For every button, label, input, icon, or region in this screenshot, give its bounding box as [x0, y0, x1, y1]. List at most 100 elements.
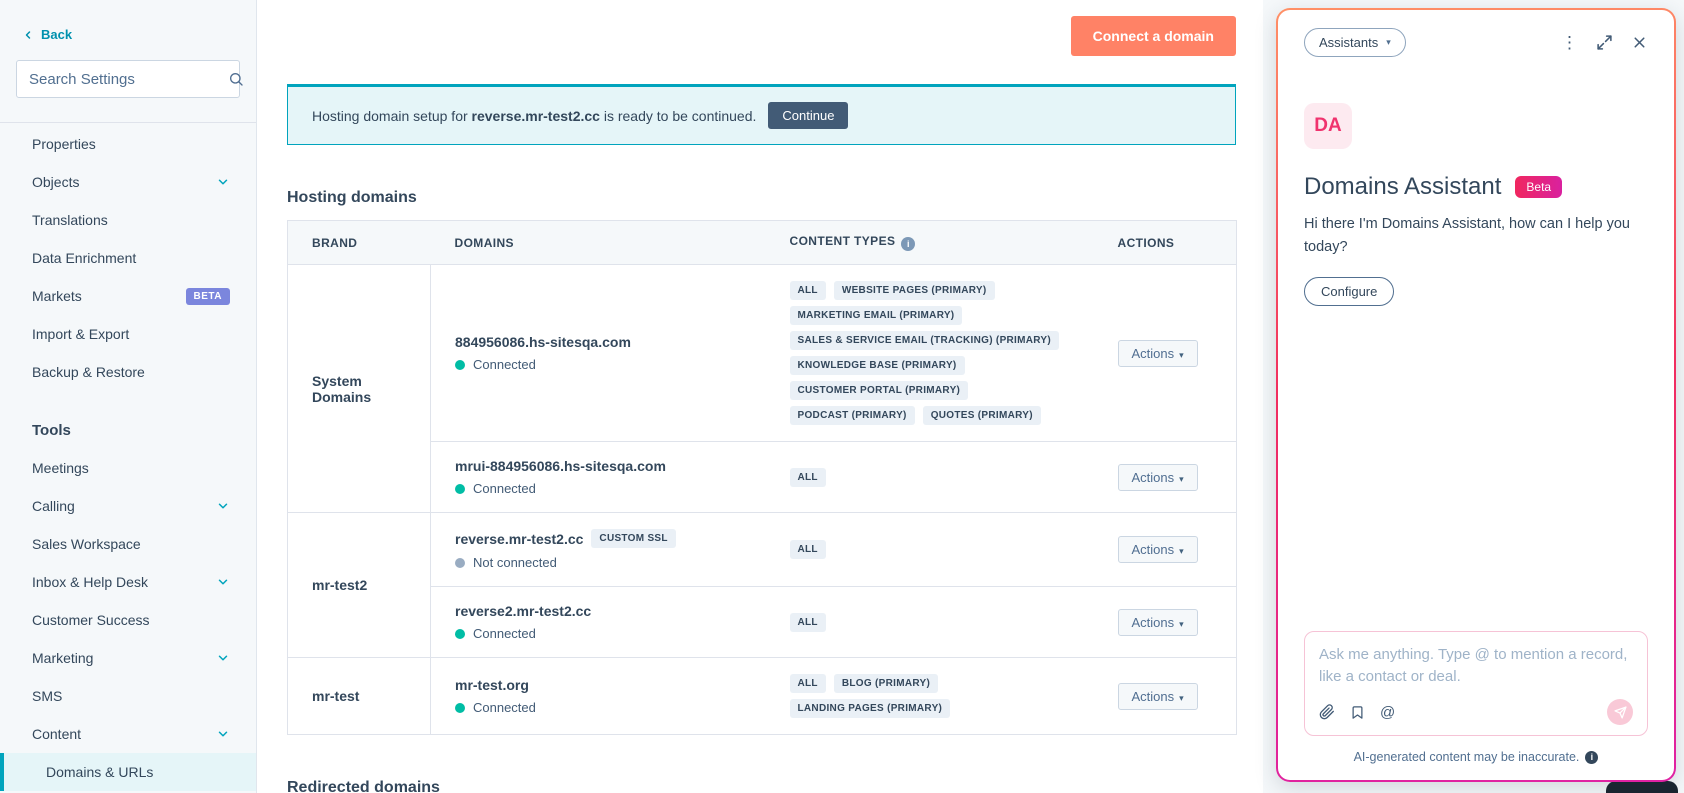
- sidebar-item-backup-restore[interactable]: Backup & Restore: [0, 353, 256, 391]
- actions-cell: Actions ▾: [1093, 512, 1237, 587]
- domain-name: mrui-884956086.hs-sitesqa.com: [455, 458, 666, 474]
- actions-cell: Actions ▾: [1093, 441, 1237, 513]
- sidebar-item-data-enrichment[interactable]: Data Enrichment: [0, 239, 256, 277]
- back-link[interactable]: Back: [0, 0, 90, 42]
- sidebar-item-properties[interactable]: Properties: [0, 125, 256, 163]
- connect-a-domain-button[interactable]: Connect a domain: [1070, 16, 1236, 56]
- column-brand: BRAND: [287, 220, 431, 265]
- status-dot: [455, 557, 465, 568]
- search-settings-input[interactable]: [29, 70, 228, 88]
- content-type-badge: ALL: [789, 281, 826, 300]
- info-icon[interactable]: i: [901, 237, 916, 251]
- status-dot: [455, 702, 465, 713]
- sidebar-item-label: Calling: [32, 498, 75, 514]
- bottom-corner-widget[interactable]: [1606, 781, 1678, 793]
- custom-ssl-badge: CUSTOM SSL: [591, 529, 676, 548]
- sidebar-item-objects[interactable]: Objects: [0, 163, 256, 201]
- continue-button[interactable]: Continue: [768, 102, 849, 129]
- sidebar-item-calling[interactable]: Calling: [0, 487, 256, 525]
- sidebar-item-import-export[interactable]: Import & Export: [0, 315, 256, 353]
- caret-down-icon: ▾: [1179, 473, 1184, 484]
- domain-name: mr-test.org: [455, 677, 529, 693]
- actions-button[interactable]: Actions ▾: [1117, 682, 1198, 710]
- content-types-cell: ALL: [765, 586, 1094, 658]
- actions-button[interactable]: Actions ▾: [1117, 608, 1198, 636]
- main-content: Connect a domain Hosting domain setup fo…: [257, 0, 1263, 793]
- assistant-input[interactable]: [1319, 644, 1633, 692]
- assistant-title: Domains Assistant: [1304, 173, 1502, 200]
- brand-cell: System Domains: [287, 264, 431, 513]
- table-header-row: BRAND DOMAINS CONTENT TYPES i ACTIONS: [287, 220, 1237, 265]
- content-types-cell: ALL: [765, 512, 1094, 587]
- status-text: Not connected: [473, 555, 557, 570]
- table-row: mr-test2 reverse.mr-test2.cc CUSTOM SSL Not…: [287, 512, 1237, 658]
- domain-cell: mrui-884956086.hs-sitesqa.com Connected: [430, 441, 766, 513]
- content-types-cell: ALL BLOG (PRIMARY) LANDING PAGES (PRIMARY): [765, 657, 1094, 735]
- mention-icon[interactable]: @: [1380, 704, 1395, 721]
- configure-button[interactable]: Configure: [1304, 277, 1395, 306]
- actions-button[interactable]: Actions ▾: [1117, 339, 1198, 367]
- sidebar-item-meetings[interactable]: Meetings: [0, 449, 256, 487]
- status-dot: [455, 483, 465, 494]
- domain-cell: reverse.mr-test2.cc CUSTOM SSL Not connect…: [430, 512, 766, 587]
- chevron-left-icon: [22, 29, 34, 41]
- beta-badge: BETA: [185, 287, 230, 305]
- sidebar-item-label: SMS: [32, 688, 63, 704]
- send-button[interactable]: [1607, 699, 1633, 725]
- chevron-down-icon[interactable]: [216, 575, 230, 589]
- sidebar-item-inbox-help-desk[interactable]: Inbox & Help Desk: [0, 563, 256, 601]
- table-row: mr-test mr-test.org Connected ALL BLOG (PRIM…: [287, 657, 1237, 735]
- sidebar-item-label: Backup & Restore: [32, 364, 145, 380]
- content-type-badge: SALES & SERVICE EMAIL (TRACKING) (PRIMAR…: [789, 331, 1060, 350]
- sidebar-item-domains-urls[interactable]: Domains & URLs: [0, 753, 256, 791]
- assistant-input-box[interactable]: @: [1304, 631, 1648, 736]
- bookmark-icon[interactable]: [1350, 705, 1365, 720]
- assistant-avatar: DA: [1304, 103, 1352, 149]
- hosting-setup-banner: Hosting domain setup for reverse.mr-test…: [287, 84, 1236, 145]
- sidebar-item-label: Data Enrichment: [32, 250, 137, 266]
- sidebar-item-markets[interactable]: Markets BETA: [0, 277, 256, 315]
- paperclip-icon[interactable]: [1319, 704, 1335, 720]
- sidebar-item-label: Sales Workspace: [32, 536, 141, 552]
- sidebar-item-content[interactable]: Content: [0, 715, 256, 753]
- sidebar-item-label: Marketing: [32, 650, 94, 666]
- table-row: System Domains 884956086.hs-sitesqa.com Co…: [287, 264, 1237, 513]
- caret-down-icon: ▾: [1179, 546, 1184, 556]
- content-type-badge: WEBSITE PAGES (PRIMARY): [833, 281, 995, 300]
- info-icon[interactable]: i: [1585, 750, 1599, 764]
- chevron-down-icon: ▾: [1386, 37, 1391, 47]
- sidebar-item-sms[interactable]: SMS: [0, 677, 256, 715]
- column-domains: DOMAINS: [430, 220, 766, 265]
- caret-down-icon: ▾: [1179, 618, 1184, 629]
- sidebar-item-sales-workspace[interactable]: Sales Workspace: [0, 525, 256, 563]
- actions-cell: Actions ▾: [1093, 264, 1237, 442]
- close-icon[interactable]: [1631, 34, 1648, 51]
- beta-badge: Beta: [1515, 176, 1563, 198]
- actions-button[interactable]: Actions ▾: [1117, 463, 1198, 491]
- search-settings-box[interactable]: [16, 60, 243, 98]
- content-types-cell: ALL: [765, 441, 1094, 513]
- sidebar-item-label: Markets: [32, 288, 82, 304]
- chevron-down-icon[interactable]: [216, 651, 230, 665]
- status-text: Connected: [473, 357, 536, 372]
- more-options-icon[interactable]: ⋮: [1561, 34, 1578, 51]
- expand-icon[interactable]: [1596, 34, 1613, 51]
- sidebar-item-marketing[interactable]: Marketing: [0, 639, 256, 677]
- sidebar-item-label: Customer Success: [32, 612, 150, 628]
- chevron-down-icon[interactable]: [216, 175, 230, 189]
- status-dot: [455, 359, 465, 370]
- table-row: reverse2.mr-test2.cc Connected ALL Actions ▾: [288, 586, 1237, 658]
- brand-cell: mr-test2: [287, 512, 431, 658]
- assistants-selector[interactable]: Assistants ▾: [1304, 28, 1406, 57]
- content-type-badge: QUOTES (PRIMARY): [922, 406, 1041, 425]
- sidebar-item-translations[interactable]: Translations: [0, 201, 256, 239]
- tools-heading: Tools: [32, 421, 71, 439]
- search-icon: [228, 71, 244, 87]
- chevron-down-icon[interactable]: [216, 727, 230, 741]
- chevron-down-icon[interactable]: [216, 499, 230, 513]
- sidebar-item-customer-success[interactable]: Customer Success: [0, 601, 256, 639]
- actions-button[interactable]: Actions ▾: [1117, 536, 1198, 563]
- domain-cell: reverse2.mr-test2.cc Connected: [430, 586, 766, 658]
- settings-sidebar: Back Properties Objects Translations Data E…: [0, 0, 257, 793]
- content-type-badge: CUSTOMER PORTAL (PRIMARY): [789, 381, 969, 400]
